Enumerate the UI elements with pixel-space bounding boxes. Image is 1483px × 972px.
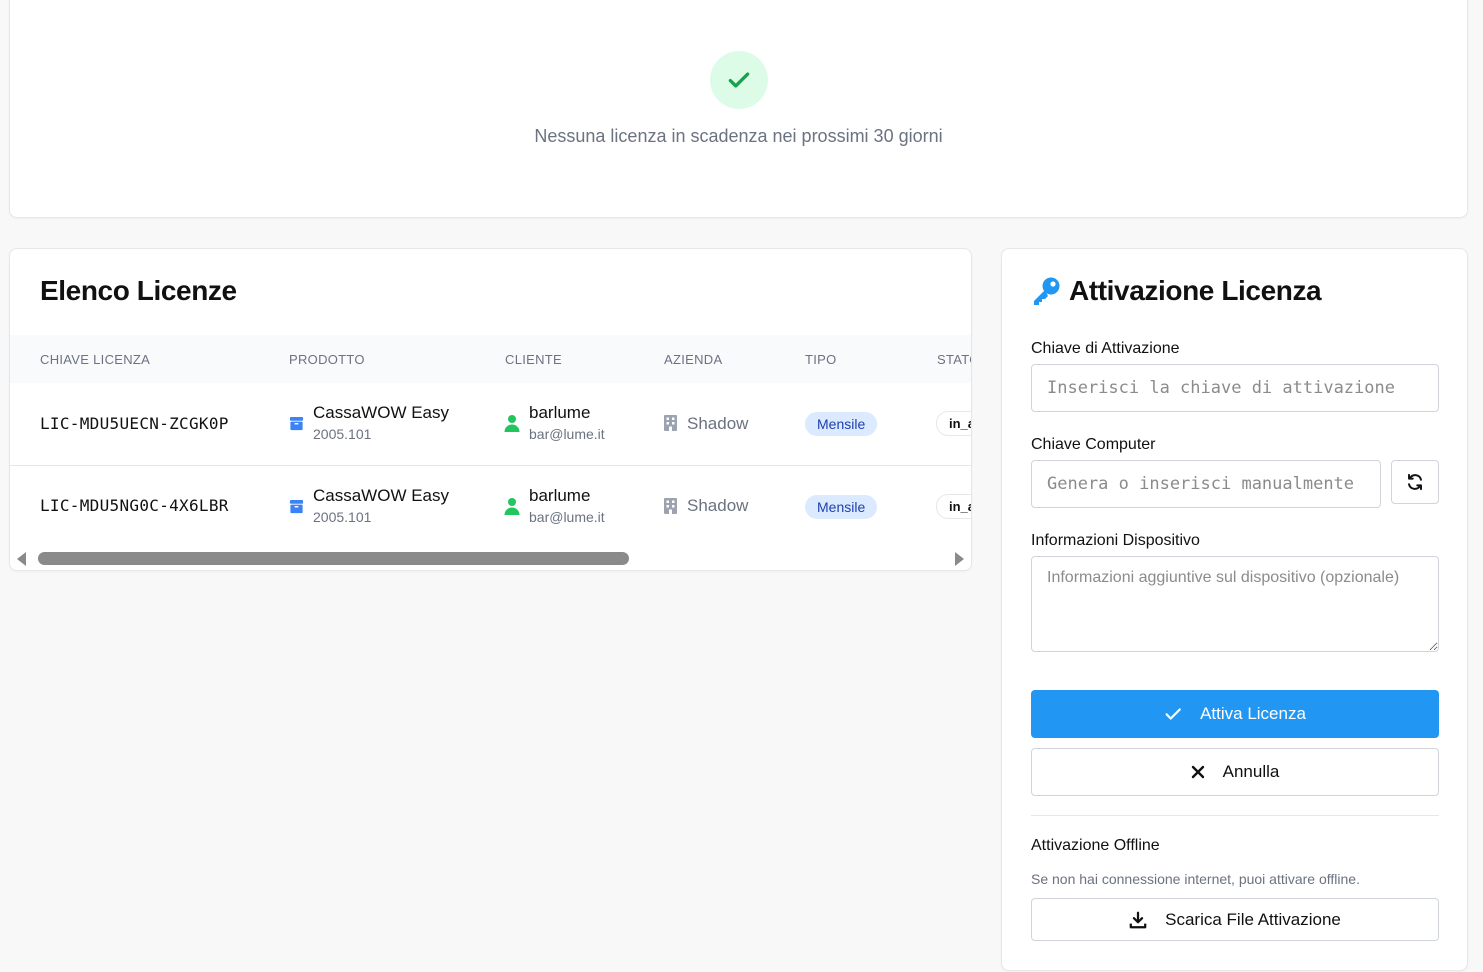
licenses-title: Elenco Licenze <box>40 275 237 306</box>
expiring-licenses-card: Nessuna licenza in scadenza nei prossimi… <box>9 0 1468 218</box>
column-header-status[interactable]: STATO <box>937 352 971 367</box>
refresh-icon <box>1408 473 1422 491</box>
building-icon <box>664 498 677 514</box>
download-icon <box>1129 911 1147 928</box>
device-info-textarea[interactable] <box>1031 556 1439 652</box>
status-badge: in_attesa <box>936 494 971 519</box>
device-info-label: Informazioni Dispositivo <box>1031 532 1200 549</box>
table-row[interactable]: LIC-MDU5NG0C-4X6LBR CassaWOW Easy 2005.1… <box>10 466 971 549</box>
column-header-client[interactable]: CLIENTE <box>505 352 562 367</box>
product-cell: CassaWOW Easy 2005.101 <box>313 403 449 442</box>
divider <box>1031 815 1439 816</box>
success-check-badge <box>710 51 768 109</box>
package-icon <box>289 499 304 514</box>
horizontal-scrollbar[interactable] <box>10 548 971 570</box>
status-badge: in_attesa <box>936 411 971 436</box>
licenses-list-card: Elenco Licenze CHIAVE LICENZA PRODOTTO C… <box>9 248 972 571</box>
download-activation-file-label: Scarica File Attivazione <box>1165 909 1341 929</box>
column-header-product[interactable]: PRODOTTO <box>289 352 365 367</box>
key-icon <box>1034 277 1060 305</box>
product-version: 2005.101 <box>313 509 372 525</box>
cancel-button[interactable]: Annulla <box>1031 748 1439 796</box>
client-name: barlume <box>529 486 591 505</box>
activate-license-button[interactable]: Attiva Licenza <box>1031 690 1439 738</box>
client-cell: barlume bar@lume.it <box>529 486 605 525</box>
table-row[interactable]: LIC-MDU5UECN-ZCGK0P CassaWOW Easy 2005.1… <box>10 383 971 466</box>
package-icon <box>289 416 304 431</box>
check-icon <box>1165 708 1181 720</box>
client-email: bar@lume.it <box>529 509 605 525</box>
close-icon <box>1191 765 1204 779</box>
activation-key-label: Chiave di Attivazione <box>1031 340 1180 357</box>
offline-activation-title: Attivazione Offline <box>1031 837 1160 854</box>
check-icon <box>728 72 750 88</box>
activation-key-input[interactable] <box>1031 364 1439 412</box>
license-key: LIC-MDU5NG0C-4X6LBR <box>40 496 229 515</box>
license-key: LIC-MDU5UECN-ZCGK0P <box>40 414 229 433</box>
user-icon <box>504 498 520 515</box>
product-cell: CassaWOW Easy 2005.101 <box>313 486 449 525</box>
company-name: Shadow <box>687 414 749 433</box>
client-email: bar@lume.it <box>529 426 605 442</box>
type-badge: Mensile <box>805 495 878 519</box>
product-name: CassaWOW Easy <box>313 486 450 505</box>
scroll-right-arrow-icon[interactable] <box>955 552 964 566</box>
activation-card: Attivazione Licenza Chiave di Attivazion… <box>1001 248 1468 971</box>
type-badge: Mensile <box>805 412 878 436</box>
no-expiring-message: Nessuna licenza in scadenza nei prossimi… <box>534 126 943 146</box>
computer-key-input[interactable] <box>1031 460 1381 508</box>
column-header-company[interactable]: AZIENDA <box>664 352 722 367</box>
offline-activation-hint: Se non hai connessione internet, puoi at… <box>1031 871 1360 887</box>
download-activation-file-button[interactable]: Scarica File Attivazione <box>1031 898 1439 941</box>
product-name: CassaWOW Easy <box>313 403 450 422</box>
product-version: 2005.101 <box>313 426 372 442</box>
cancel-label: Annulla <box>1222 762 1280 781</box>
table-header: CHIAVE LICENZA PRODOTTO CLIENTE AZIENDA … <box>10 335 971 383</box>
user-icon <box>504 415 520 432</box>
generate-computer-key-button[interactable] <box>1391 460 1439 504</box>
scrollbar-thumb[interactable] <box>38 552 629 565</box>
computer-key-label: Chiave Computer <box>1031 436 1156 453</box>
building-icon <box>664 415 677 431</box>
client-cell: barlume bar@lume.it <box>529 403 605 442</box>
company-name: Shadow <box>687 496 749 515</box>
column-header-license-key[interactable]: CHIAVE LICENZA <box>40 352 150 367</box>
scroll-left-arrow-icon[interactable] <box>17 552 26 566</box>
activate-license-label: Attiva Licenza <box>1200 704 1306 723</box>
activation-title: Attivazione Licenza <box>1069 275 1322 306</box>
column-header-type[interactable]: TIPO <box>805 352 837 367</box>
client-name: barlume <box>529 403 591 422</box>
